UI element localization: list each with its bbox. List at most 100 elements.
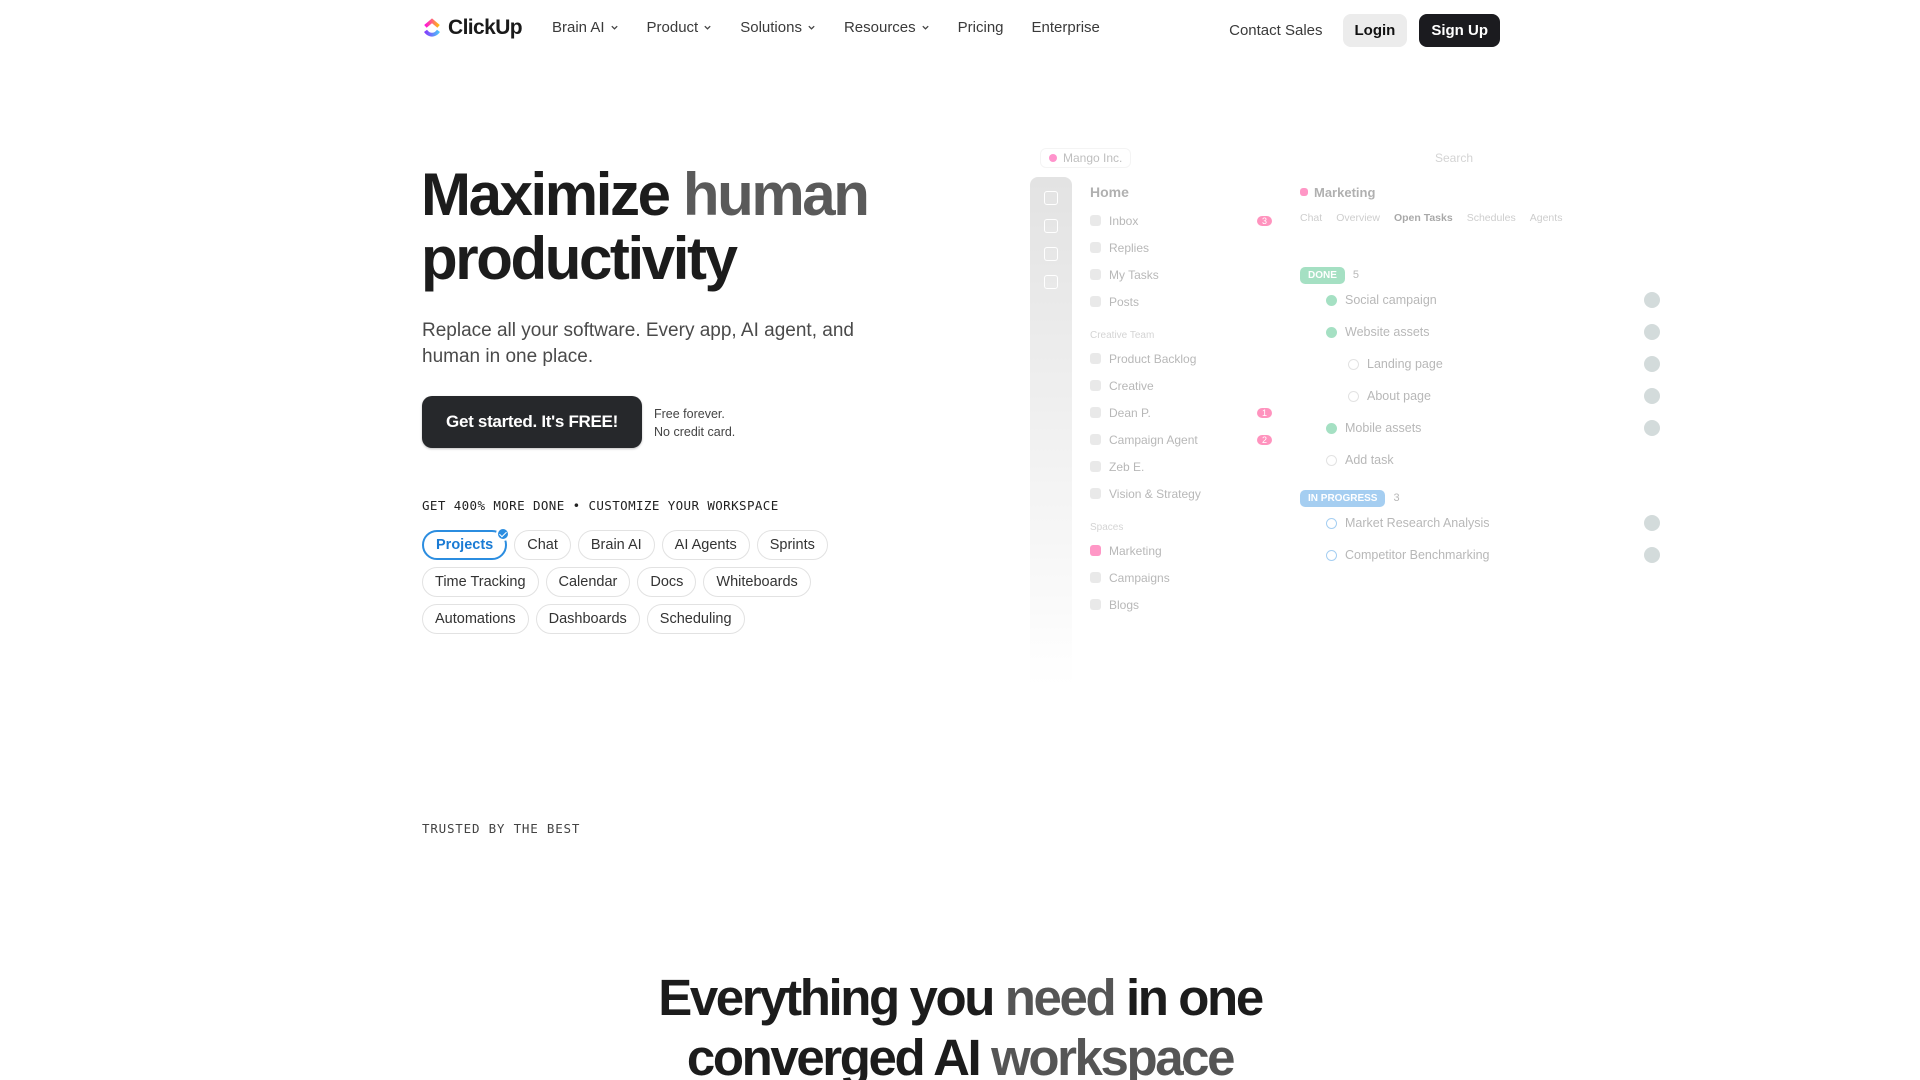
sidebar-item-product-backlog: Product Backlog — [1082, 345, 1282, 372]
sidebar-item-icon — [1090, 545, 1101, 556]
task-name: Landing page — [1367, 357, 1443, 371]
chip-calendar[interactable]: Calendar — [545, 567, 631, 597]
chip-whiteboards[interactable]: Whiteboards — [703, 567, 811, 597]
sidebar-item-my-tasks: My Tasks — [1082, 261, 1282, 288]
assignee-avatar — [1644, 356, 1660, 372]
assignee-avatar — [1644, 547, 1660, 563]
task-row: Website assets — [1300, 316, 1690, 348]
task-open-icon — [1348, 390, 1359, 402]
nav-link-label: Resources — [843, 19, 916, 36]
task-row: Mobile assets — [1300, 412, 1690, 444]
get-started-button[interactable]: Get started. It's FREE! — [422, 396, 642, 448]
sidebar-home-title: Home — [1090, 184, 1129, 200]
task-name: Competitor Benchmarking — [1345, 548, 1490, 562]
list-title: Marketing — [1300, 177, 1690, 207]
trusted-label: TRUSTED BY THE BEST — [422, 821, 581, 836]
sidebar-item-label: Zeb E. — [1109, 459, 1145, 474]
preview-search: Search — [1435, 151, 1474, 165]
sidebar-item-label: Campaigns — [1109, 570, 1170, 585]
task-row: Competitor Benchmarking — [1300, 539, 1690, 571]
chevron-down-icon — [610, 25, 618, 30]
login-button[interactable]: Login — [1342, 14, 1408, 47]
logo-text: ClickUp — [448, 16, 523, 39]
sidebar-item-dean-p: Dean P. 1 — [1082, 399, 1282, 426]
hero-title-part-3: productivity — [421, 225, 738, 292]
chip-sprints[interactable]: Sprints — [756, 530, 828, 560]
nav-link-enterprise[interactable]: Enterprise — [1032, 19, 1100, 36]
sidebar-item-inbox: Inbox 3 — [1082, 207, 1282, 234]
status-pill-in-progress: IN PROGRESS — [1300, 490, 1386, 507]
chevron-down-icon — [808, 25, 815, 30]
sidebar-item-creative: Creative — [1082, 372, 1282, 399]
sidebar-item-label: Vision & Strategy — [1109, 486, 1201, 501]
sidebar-item-label: Campaign Agent — [1109, 432, 1198, 447]
apps-grid-icon — [1044, 275, 1058, 289]
sidebar-section-spaces: Spaces — [1090, 521, 1124, 533]
task-progress-icon — [1326, 549, 1337, 561]
assignee-avatar — [1644, 388, 1660, 404]
workspace-icon — [1049, 154, 1057, 162]
home-icon — [1044, 191, 1058, 205]
sidebar-item-icon — [1090, 380, 1101, 391]
task-row: Landing page — [1300, 348, 1690, 380]
assignee-avatar — [1644, 324, 1660, 340]
docs-icon — [1044, 219, 1058, 233]
clickup-logo[interactable]: ClickUp — [422, 16, 523, 40]
sidebar-item-label: Creative — [1109, 378, 1154, 393]
nav-link-resources[interactable]: Resources — [844, 19, 930, 36]
check-icon — [496, 527, 511, 541]
hero-title: Maximize human productivity — [421, 163, 870, 292]
chip-ai-agents[interactable]: AI Agents — [661, 530, 750, 560]
sidebar-item-icon — [1090, 242, 1101, 253]
status-count: 5 — [1352, 269, 1360, 281]
status-group-done: DONE 5 Social campaign Website assets Landin… — [1300, 267, 1690, 476]
chip-dashboards[interactable]: Dashboards — [535, 604, 640, 634]
task-open-icon — [1348, 358, 1359, 370]
tab-open-tasks: Open Tasks — [1393, 212, 1453, 224]
app-preview: Mango Inc. Search Home Inbox 3 Replies My T… — [1030, 145, 1690, 687]
chip-scheduling[interactable]: Scheduling — [646, 604, 745, 634]
contact-sales-link[interactable]: Contact Sales — [1229, 22, 1322, 39]
chip-brain-ai[interactable]: Brain AI — [577, 530, 655, 560]
assignee-avatar — [1644, 292, 1660, 308]
unread-badge: 3 — [1256, 215, 1272, 226]
sidebar-item-replies: Replies — [1082, 234, 1282, 261]
chip-projects[interactable]: Projects — [422, 527, 511, 560]
heading-part-1: Everything you — [658, 969, 995, 1026]
cta-note-line-1: Free forever. — [654, 407, 725, 421]
sidebar-item-label: Product Backlog — [1109, 351, 1197, 366]
view-tabs: Chat Overview Open Tasks Schedules Agents — [1300, 207, 1690, 229]
nav-link-pricing[interactable]: Pricing — [958, 19, 1004, 36]
status-count: 3 — [1393, 492, 1400, 504]
chevron-down-icon — [922, 25, 929, 30]
sidebar-item-label: My Tasks — [1109, 267, 1159, 282]
nav-link-label: Product — [646, 19, 699, 36]
task-name: About page — [1367, 389, 1431, 403]
assignee-avatar — [1644, 420, 1660, 436]
nav-actions: Contact Sales Login Sign Up — [1229, 14, 1500, 47]
nav-link-brain-ai[interactable]: Brain AI — [552, 19, 619, 36]
nav-link-product[interactable]: Product — [647, 19, 713, 36]
unread-badge: 2 — [1256, 434, 1272, 445]
task-name: Add task — [1345, 453, 1394, 467]
sidebar-item-icon — [1090, 296, 1101, 307]
heading-part-5: workspace — [991, 1029, 1235, 1080]
chip-chat[interactable]: Chat — [514, 530, 571, 560]
signup-button[interactable]: Sign Up — [1419, 14, 1500, 47]
tab-overview: Overview — [1336, 212, 1380, 224]
task-name: Social campaign — [1345, 293, 1437, 307]
sidebar-item-vision-strategy: Vision & Strategy — [1082, 480, 1282, 507]
chip-automations[interactable]: Automations — [422, 604, 529, 634]
workspace-name: Mango Inc. — [1063, 151, 1123, 165]
task-name: Website assets — [1345, 325, 1430, 339]
status-group-in-progress: IN PROGRESS 3 Market Research Analysis Comp… — [1300, 490, 1690, 571]
sidebar-section-creative: Creative Team — [1090, 329, 1155, 341]
chip-docs[interactable]: Docs — [637, 567, 697, 597]
chip-time-tracking[interactable]: Time Tracking — [422, 567, 539, 597]
tab-schedules: Schedules — [1466, 212, 1516, 224]
cta-note: Free forever. No credit card. — [654, 405, 735, 441]
sidebar-item-posts: Posts — [1082, 288, 1282, 315]
task-name: Mobile assets — [1345, 421, 1422, 435]
tab-agents: Agents — [1529, 212, 1563, 224]
nav-link-solutions[interactable]: Solutions — [740, 19, 816, 36]
